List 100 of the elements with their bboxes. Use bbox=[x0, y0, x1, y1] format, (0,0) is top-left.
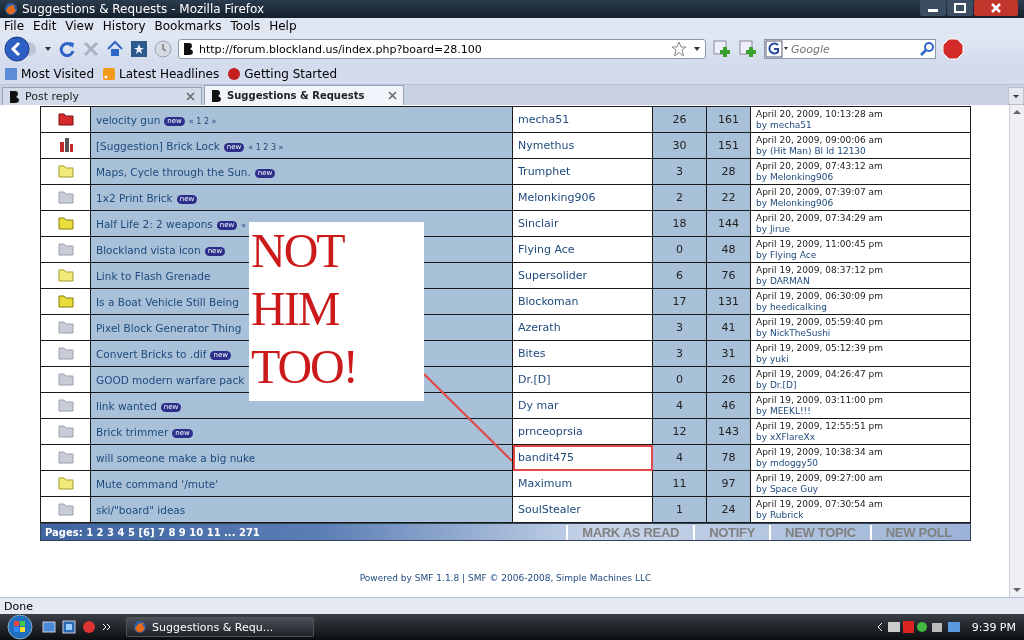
close-button[interactable] bbox=[974, 0, 1018, 16]
topic-link[interactable]: GOOD modern warfare pack bbox=[96, 373, 245, 386]
topic-link[interactable]: Maps, Cycle through the Sun. bbox=[96, 165, 251, 178]
starter-cell[interactable]: prnceoprsia bbox=[512, 418, 653, 445]
menu-item[interactable]: History bbox=[102, 19, 146, 33]
topic-link[interactable]: Blockland vista icon bbox=[96, 243, 201, 256]
last-post-author: by Flying Ace bbox=[756, 249, 818, 261]
starter-cell[interactable]: Sinclair bbox=[512, 210, 653, 237]
menu-item[interactable]: File bbox=[4, 19, 25, 33]
last-post-author: by MEEKL!!! bbox=[756, 405, 812, 417]
browser-tab[interactable]: Post reply bbox=[2, 87, 202, 105]
last-post-author: by Jirue bbox=[756, 223, 791, 235]
last-post-author: by yuki bbox=[756, 353, 790, 365]
topic-link[interactable]: [Suggestion] Brick Lock bbox=[96, 139, 220, 152]
bookmark-link[interactable]: Latest Headlines bbox=[119, 67, 220, 81]
star-icon[interactable] bbox=[671, 41, 687, 57]
desktop-icon[interactable] bbox=[42, 620, 56, 634]
app-icon[interactable] bbox=[82, 620, 96, 634]
starter-cell[interactable]: Flying Ace bbox=[512, 236, 653, 263]
last-post-date: April 20, 2009, 07:43:12 am bbox=[756, 160, 884, 172]
site-icon bbox=[9, 89, 19, 104]
address-field[interactable]: http://forum.blockland.us/index.php?board=28.100 bbox=[178, 39, 706, 59]
topic-link[interactable]: Brick trimmer bbox=[96, 425, 169, 438]
starter-cell[interactable]: Dr.[D] bbox=[512, 366, 653, 393]
add-page-icon[interactable] bbox=[712, 40, 732, 58]
page-links[interactable]: « 1 2 3 » bbox=[248, 142, 284, 152]
last-post-date: April 19, 2009, 12:55:51 pm bbox=[756, 420, 884, 432]
bookmark-link[interactable]: Getting Started bbox=[244, 67, 337, 81]
taskbar-button[interactable]: Suggestions & Requ... bbox=[126, 617, 314, 637]
bookmark-link[interactable]: Most Visited bbox=[21, 67, 95, 81]
starter-cell[interactable]: Trumphet bbox=[512, 158, 653, 185]
topic-link[interactable]: will someone make a big nuke bbox=[96, 451, 256, 464]
starter-cell[interactable]: Dy mar bbox=[512, 392, 653, 419]
topic-link[interactable]: link wanted bbox=[96, 399, 157, 412]
menu-item[interactable]: Tools bbox=[230, 19, 261, 33]
starter-cell[interactable]: mecha51 bbox=[512, 106, 653, 133]
menu-item[interactable]: Bookmarks bbox=[154, 19, 222, 33]
home-icon[interactable] bbox=[106, 40, 124, 58]
last-post-date: April 19, 2009, 03:11:00 pm bbox=[756, 394, 884, 406]
caption-line: TOO! bbox=[250, 339, 358, 395]
last-post-author: by mdoggy50 bbox=[756, 457, 820, 469]
topic-link[interactable]: Half Life 2: 2 weapons bbox=[96, 217, 213, 230]
topic-link[interactable]: Mute command '/mute' bbox=[96, 477, 219, 490]
starter-cell[interactable]: Blockoman bbox=[512, 288, 653, 315]
topic-link[interactable]: Is a Boat Vehicle Still Being bbox=[96, 295, 239, 308]
dropdown-icon[interactable] bbox=[693, 45, 701, 53]
page-links[interactable]: « 1 2 » bbox=[188, 116, 217, 126]
topic-link[interactable]: ski/"board" ideas bbox=[96, 503, 186, 516]
starter-cell[interactable]: SoulStealer bbox=[512, 496, 653, 523]
menu-item[interactable]: Edit bbox=[33, 19, 57, 33]
last-post-date: April 19, 2009, 05:12:39 pm bbox=[756, 342, 884, 354]
clock: 9:39 PM bbox=[971, 620, 1016, 634]
clock-icon[interactable] bbox=[154, 40, 172, 58]
last-post-author: by heedicalking bbox=[756, 301, 828, 313]
topic-link[interactable]: Pixel Block Generator Thing bbox=[96, 321, 242, 334]
last-post-author: by Rubrick bbox=[756, 509, 805, 521]
close-icon[interactable] bbox=[388, 91, 397, 100]
page-icon bbox=[4, 67, 18, 81]
caption-line: HIM bbox=[250, 281, 340, 337]
replies-cell: 26 bbox=[652, 106, 707, 133]
window-title: Suggestions & Requests - Mozilla Firefox bbox=[22, 2, 266, 16]
chevron-icon[interactable] bbox=[102, 622, 112, 632]
reload-icon[interactable] bbox=[58, 40, 76, 58]
last-post-date: April 20, 2009, 09:00:06 am bbox=[756, 134, 884, 146]
views-cell: 161 bbox=[706, 106, 751, 133]
back-button[interactable] bbox=[4, 36, 38, 62]
starter-cell[interactable]: Supersolider bbox=[512, 262, 653, 289]
page-links[interactable]: « bbox=[241, 220, 247, 230]
last-post-date: April 19, 2009, 08:37:12 pm bbox=[756, 264, 884, 276]
topic-link[interactable]: 1x2 Print Brick bbox=[96, 191, 173, 204]
last-post-author: by (Hit Man) Bl Id 12130 bbox=[756, 145, 867, 157]
window-switch-icon[interactable] bbox=[62, 620, 76, 634]
starter-cell[interactable]: Azerath bbox=[512, 314, 653, 341]
browser-tab[interactable]: Suggestions & Requests bbox=[204, 85, 404, 105]
search-input[interactable]: Google bbox=[789, 41, 919, 57]
maximize-button[interactable] bbox=[947, 0, 973, 16]
dropdown-icon[interactable] bbox=[44, 45, 52, 53]
topic-link[interactable]: Link to Flash Grenade bbox=[96, 269, 211, 282]
minimize-button[interactable] bbox=[920, 0, 946, 16]
starter-cell[interactable]: bandit475 bbox=[512, 444, 653, 471]
last-post-date: April 19, 2009, 05:59:40 pm bbox=[756, 316, 884, 328]
last-post-author: by mecha51 bbox=[756, 119, 813, 131]
topic-link[interactable]: velocity gun bbox=[96, 113, 161, 126]
page-links[interactable]: Pages: 1 2 3 4 5 [6] 7 8 9 10 11 ... 271 bbox=[45, 526, 567, 538]
last-post-date: April 19, 2009, 06:30:09 pm bbox=[756, 290, 884, 302]
close-icon[interactable] bbox=[186, 92, 195, 101]
starter-cell[interactable]: Nymethus bbox=[512, 132, 653, 159]
starter-cell[interactable]: Melonking906 bbox=[512, 184, 653, 211]
topic-link[interactable]: Convert Bricks to .dif bbox=[96, 347, 207, 360]
tab-list-button[interactable] bbox=[1008, 87, 1024, 105]
menu-item[interactable]: Help bbox=[269, 19, 297, 33]
starter-cell[interactable]: Maximum bbox=[512, 470, 653, 497]
footer-text: Powered by SMF 1.1.8 | SMF © 2006-2008, Simple Machines LLC bbox=[358, 573, 653, 583]
menu-item[interactable]: View bbox=[65, 19, 94, 33]
add-page-icon[interactable] bbox=[738, 40, 758, 58]
search-engine-icon[interactable] bbox=[765, 40, 789, 58]
search-field[interactable]: Google bbox=[764, 39, 936, 59]
starter-cell[interactable]: Bites bbox=[512, 340, 653, 367]
last-post-author: by Space Guy bbox=[756, 483, 820, 495]
search-icon[interactable] bbox=[919, 41, 935, 57]
